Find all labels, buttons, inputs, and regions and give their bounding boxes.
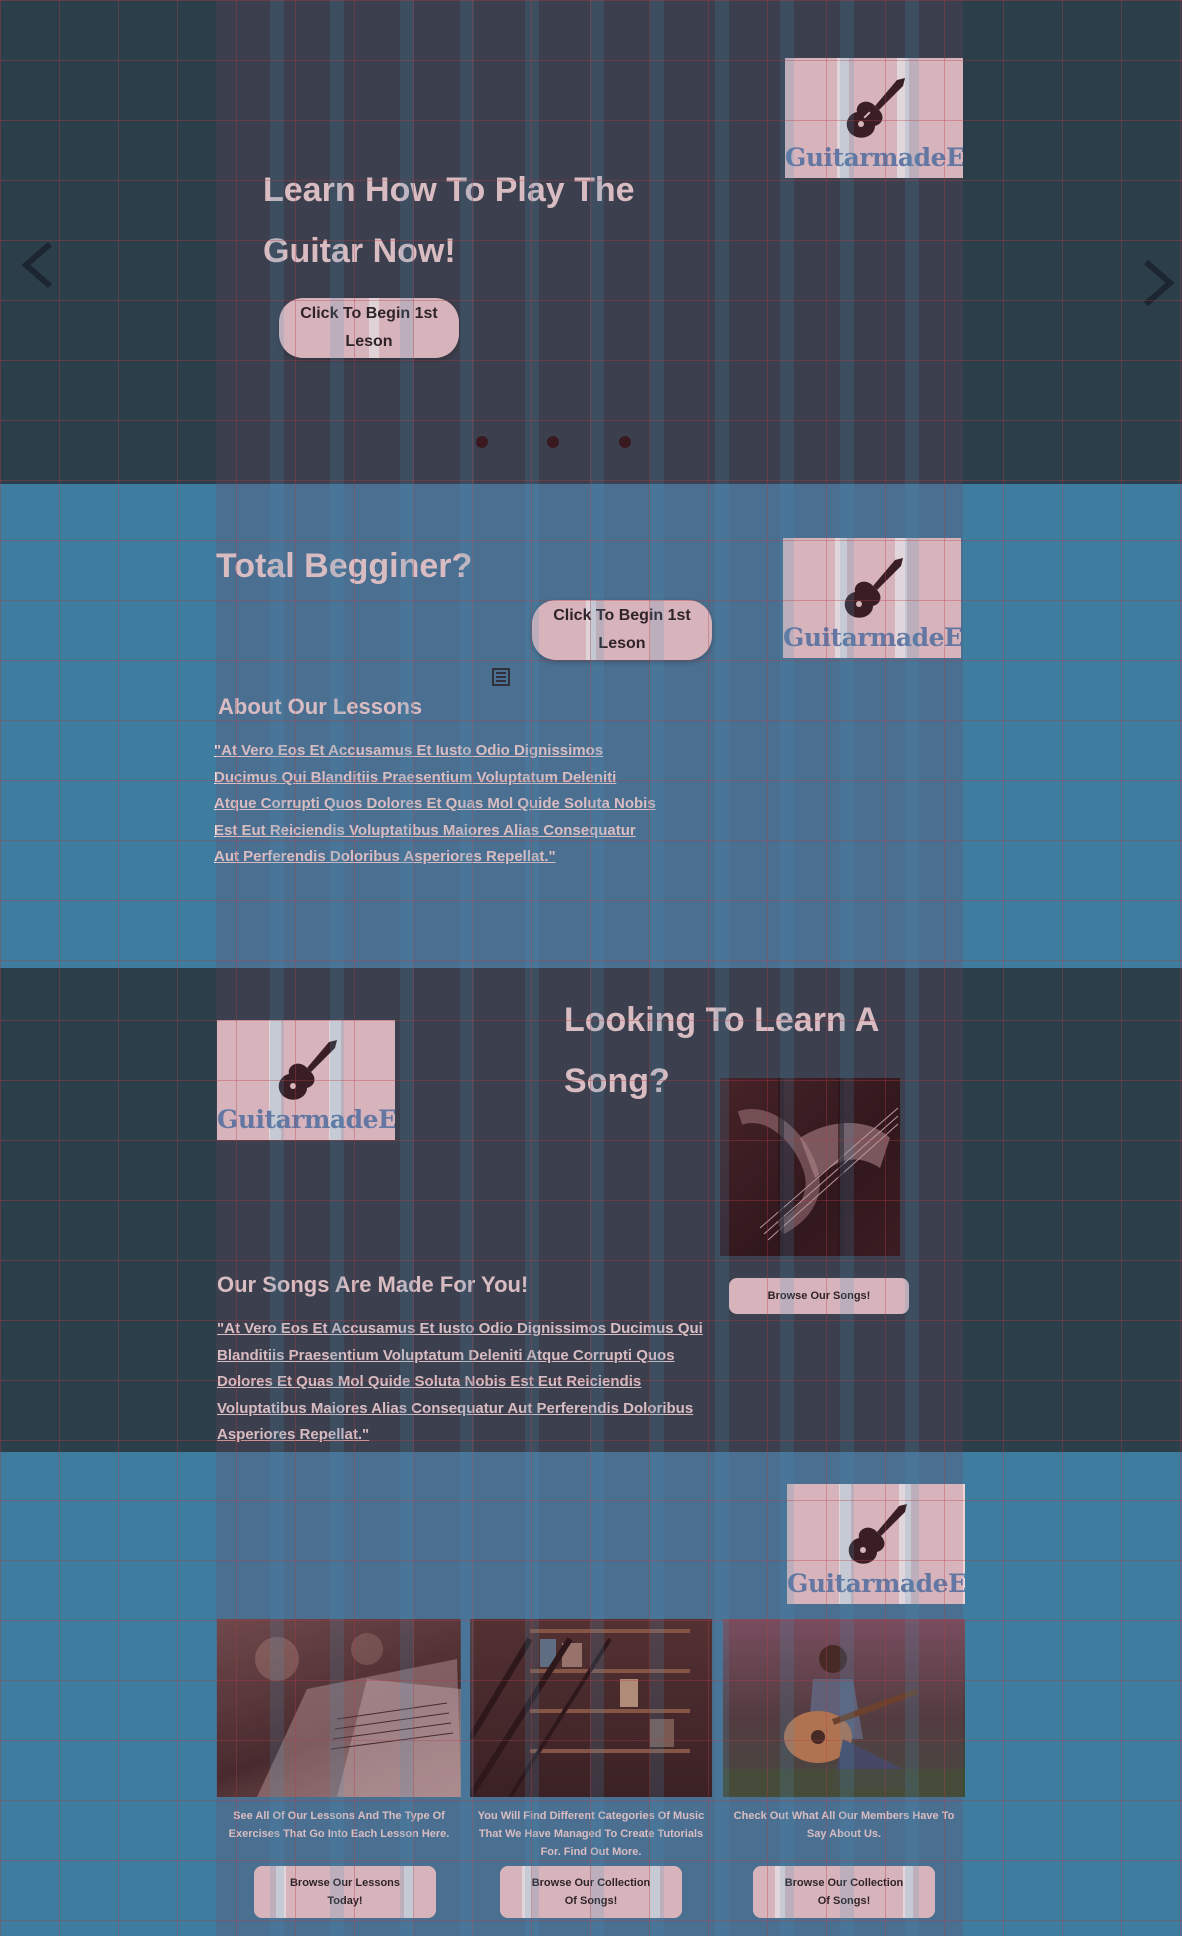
card-description: See All Of Our Lessons And The Type Of E… xyxy=(228,1810,450,1840)
button-line: Of Songs! xyxy=(817,1895,871,1907)
carousel-dot[interactable] xyxy=(619,436,631,448)
browse-songs-button[interactable]: Browse Our Songs! xyxy=(729,1278,909,1314)
logo-text: GuitarmadeEZ xyxy=(783,623,961,652)
songs-subheading: Our Songs Are Made For You! xyxy=(217,1272,529,1297)
hero-title-line: Guitar Now! xyxy=(263,232,456,270)
record-shelf-photo xyxy=(470,1619,712,1797)
cards-section: GuitarmadeEZ See All Of Our Lessons And … xyxy=(0,1452,1182,1936)
broken-image-icon xyxy=(492,668,510,686)
beginner-title: Total Begginer? xyxy=(216,547,473,585)
button-label: Browse Our Songs! xyxy=(767,1290,871,1302)
songs-section: GuitarmadeEZ Looking To Learn A Song? Br… xyxy=(0,968,1182,1452)
logo-text: GuitarmadeEZ xyxy=(785,143,963,172)
sheet-music-photo xyxy=(217,1619,461,1797)
songs-title: Looking To Learn A Song? xyxy=(564,990,879,1112)
hero-section: GuitarmadeEZ Learn How To Play The Guita… xyxy=(0,0,1182,484)
logo[interactable]: GuitarmadeEZ xyxy=(785,58,963,178)
browse-lessons-button[interactable]: Browse Our Lessons Today! xyxy=(254,1866,436,1918)
button-line: Click To Begin 1st xyxy=(300,305,438,322)
button-line: Browse Our Lessons xyxy=(289,1877,401,1889)
browse-collection-button[interactable]: Browse Our Collection Of Songs! xyxy=(500,1866,682,1918)
button-line: Leson xyxy=(598,635,646,652)
songs-paragraph[interactable]: "At Vero Eos Et Accusamus Et Iusto Odio … xyxy=(217,1316,709,1449)
button-line: Click To Begin 1st xyxy=(553,607,691,624)
button-line: Browse Our Collection xyxy=(531,1877,651,1889)
electric-guitar-icon xyxy=(846,78,905,138)
hero-title: Learn How To Play The Guitar Now! xyxy=(263,160,635,282)
beginner-section: GuitarmadeEZ Total Begginer? Click To Be… xyxy=(0,484,1182,968)
logo[interactable]: GuitarmadeEZ xyxy=(787,1484,965,1604)
electric-guitar-icon xyxy=(844,558,903,618)
button-line: Of Songs! xyxy=(564,1895,618,1907)
about-lessons-paragraph[interactable]: "At Vero Eos Et Accusamus Et Iusto Odio … xyxy=(214,738,660,871)
electric-guitar-icon xyxy=(848,1504,907,1564)
card-description: You Will Find Different Categories Of Mu… xyxy=(477,1810,705,1858)
carousel-dot[interactable] xyxy=(476,436,488,448)
logo[interactable]: GuitarmadeEZ xyxy=(217,1020,395,1140)
button-line: Today! xyxy=(327,1895,363,1907)
begin-lesson-button[interactable]: Click To Begin 1st Leson xyxy=(279,298,459,358)
button-line: Browse Our Collection xyxy=(784,1877,904,1889)
guitarist-photo xyxy=(723,1619,965,1797)
electric-guitar-icon xyxy=(278,1040,337,1100)
chevron-left-icon[interactable] xyxy=(18,240,58,290)
card-description: Check Out What All Our Members Have To S… xyxy=(733,1810,955,1840)
carousel-dot[interactable] xyxy=(547,436,559,448)
button-line: Leson xyxy=(345,333,393,350)
songs-title-line: Song? xyxy=(564,1062,670,1100)
begin-lesson-button[interactable]: Click To Begin 1st Leson xyxy=(532,600,712,660)
logo[interactable]: GuitarmadeEZ xyxy=(783,538,961,658)
songs-title-line: Looking To Learn A xyxy=(564,1001,880,1039)
chevron-right-icon[interactable] xyxy=(1138,258,1178,308)
logo-text: GuitarmadeEZ xyxy=(787,1569,965,1598)
hero-title-line: Learn How To Play The xyxy=(263,171,635,209)
about-lessons-heading: About Our Lessons xyxy=(218,694,423,719)
browse-collection-button[interactable]: Browse Our Collection Of Songs! xyxy=(753,1866,935,1918)
logo-text: GuitarmadeEZ xyxy=(217,1105,395,1134)
